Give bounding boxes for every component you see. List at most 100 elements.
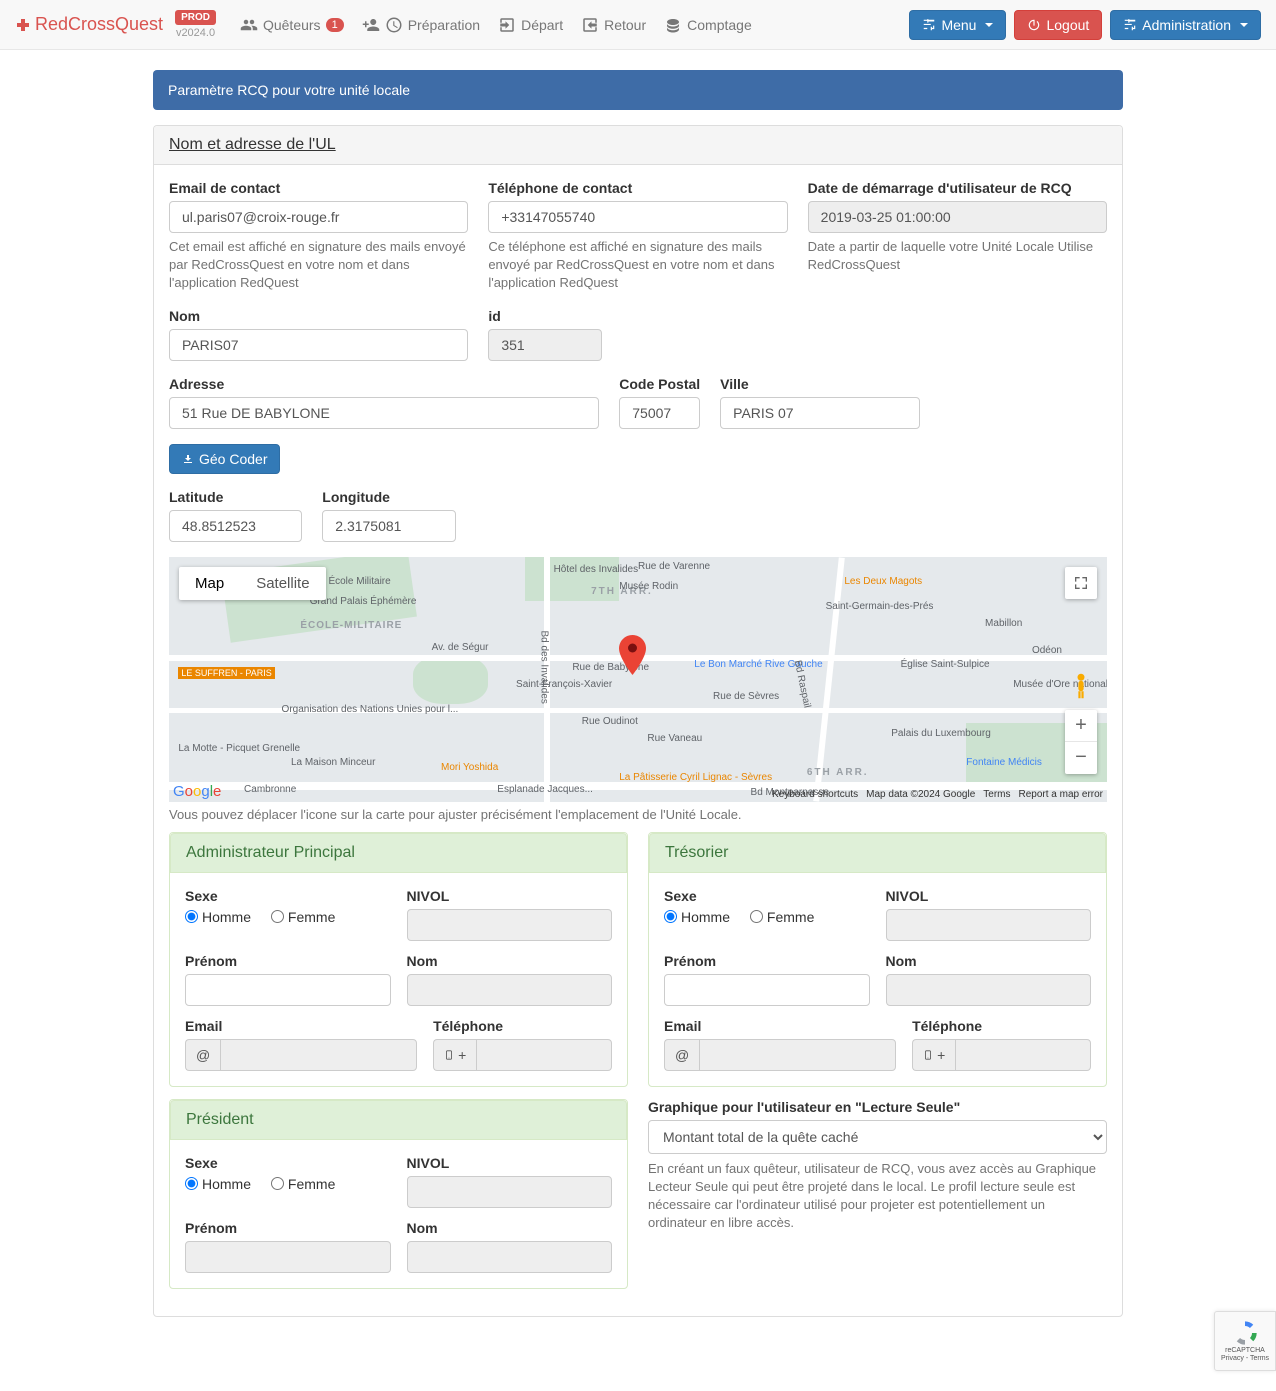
brand-link[interactable]: RedCrossQuest bbox=[15, 14, 163, 35]
admin-panel: Administrateur Principal Sexe Homme Femm… bbox=[169, 832, 628, 1087]
lon-input[interactable] bbox=[322, 510, 455, 542]
nav-items: Quêteurs 1 Préparation Départ Retour Com… bbox=[240, 16, 752, 34]
map-marker[interactable] bbox=[619, 635, 646, 678]
map-zoom-out[interactable]: − bbox=[1065, 742, 1097, 774]
map-label: Rue de Sèvres bbox=[713, 691, 779, 702]
readonly-select[interactable]: Montant total de la quête caché bbox=[648, 1120, 1107, 1154]
map-tab-satellite[interactable]: Satellite bbox=[240, 567, 325, 600]
sexe-label: Sexe bbox=[185, 888, 391, 904]
admin-nivol-input bbox=[407, 909, 613, 941]
radio-femme[interactable] bbox=[271, 910, 284, 923]
map-label: Mori Yoshida bbox=[441, 762, 498, 773]
logout-arrow-icon bbox=[498, 16, 516, 34]
coins-icon bbox=[664, 16, 682, 34]
nav-queteurs-label: Quêteurs bbox=[263, 17, 321, 33]
map-zoom-in[interactable]: + bbox=[1065, 710, 1097, 742]
nivol-label: NIVOL bbox=[407, 888, 613, 904]
admin-prenom-input[interactable] bbox=[185, 974, 391, 1006]
date-input bbox=[808, 201, 1107, 233]
ul-panel: Nom et adresse de l'UL Email de contact … bbox=[153, 125, 1123, 1317]
nav-preparation[interactable]: Préparation bbox=[362, 16, 480, 34]
administration-label: Administration bbox=[1142, 17, 1231, 33]
logout-label: Logout bbox=[1046, 17, 1089, 33]
prenom-label: Prénom bbox=[664, 953, 870, 969]
administration-button[interactable]: Administration bbox=[1110, 10, 1261, 40]
radio-femme[interactable] bbox=[271, 1177, 284, 1190]
radio-femme[interactable] bbox=[750, 910, 763, 923]
ul-panel-body: Email de contact Cet email est affiché e… bbox=[154, 165, 1122, 1316]
pres-nom-input bbox=[407, 1241, 613, 1273]
red-cross-icon bbox=[15, 17, 31, 33]
ville-input[interactable] bbox=[720, 397, 920, 429]
phone-label: Téléphone de contact bbox=[488, 180, 787, 196]
map-label: La Pâtisserie Cyril Lignac - Sèvres bbox=[619, 772, 772, 783]
people-icon bbox=[240, 16, 258, 34]
logout-button[interactable]: Logout bbox=[1014, 10, 1102, 40]
admin-sexe-femme[interactable]: Femme bbox=[271, 909, 335, 925]
map-label: Organisation des Nations Unies pour l... bbox=[282, 704, 459, 715]
nom-label: Nom bbox=[169, 308, 468, 324]
map-label: Grand Palais Éphémère bbox=[310, 596, 417, 607]
env-badge: PROD bbox=[175, 10, 216, 25]
map-label: Rue de Varenne bbox=[638, 561, 710, 572]
adresse-input[interactable] bbox=[169, 397, 599, 429]
radio-homme[interactable] bbox=[664, 910, 677, 923]
sliders-icon bbox=[922, 18, 936, 32]
map-label: Les Deux Magots bbox=[844, 576, 922, 587]
pres-sexe-femme[interactable]: Femme bbox=[271, 1176, 335, 1192]
nom-input[interactable] bbox=[169, 329, 468, 361]
marker-icon bbox=[619, 635, 646, 675]
nivol-label: NIVOL bbox=[407, 1155, 613, 1171]
queteurs-badge: 1 bbox=[326, 18, 344, 32]
map-label: Rue Vaneau bbox=[647, 733, 702, 744]
map-pegman[interactable] bbox=[1065, 670, 1097, 702]
sexe-label: Sexe bbox=[185, 1155, 391, 1171]
clock-icon bbox=[385, 16, 403, 34]
map-label: Cambronne bbox=[244, 784, 296, 795]
tres-email-input bbox=[699, 1039, 896, 1071]
map-report[interactable]: Report a map error bbox=[1019, 789, 1103, 800]
readonly-label: Graphique pour l'utilisateur en "Lecture… bbox=[648, 1099, 1107, 1115]
menu-button[interactable]: Menu bbox=[909, 10, 1006, 40]
google-logo: Google bbox=[173, 783, 221, 800]
map-label: La Maison Minceur bbox=[291, 757, 375, 768]
tres-prenom-input[interactable] bbox=[664, 974, 870, 1006]
geo-coder-button[interactable]: Géo Coder bbox=[169, 444, 280, 474]
recaptcha-icon bbox=[1231, 1319, 1259, 1347]
readonly-group: Graphique pour l'utilisateur en "Lecture… bbox=[648, 1099, 1107, 1233]
map-tab-map[interactable]: Map bbox=[179, 567, 240, 600]
recaptcha-badge: reCAPTCHA Privacy - Terms bbox=[1214, 1311, 1276, 1371]
radio-homme[interactable] bbox=[185, 1177, 198, 1190]
map-fullscreen-button[interactable] bbox=[1065, 567, 1097, 599]
lat-label: Latitude bbox=[169, 489, 302, 505]
nav-comptage[interactable]: Comptage bbox=[664, 16, 752, 34]
lat-input[interactable] bbox=[169, 510, 302, 542]
email-input[interactable] bbox=[169, 201, 468, 233]
nav-queteurs[interactable]: Quêteurs 1 bbox=[240, 16, 344, 34]
navbar-left: RedCrossQuest PROD v2024.0 Quêteurs 1 Pr… bbox=[15, 10, 752, 39]
map-label: Odéon bbox=[1032, 645, 1062, 656]
at-addon: @ bbox=[664, 1039, 699, 1071]
page-header: Paramètre RCQ pour votre unité locale bbox=[153, 70, 1123, 110]
map-label: École Militaire bbox=[328, 576, 390, 587]
map-container[interactable]: École Militaire Grand Palais Éphémère ÉC… bbox=[169, 557, 1107, 802]
date-label: Date de démarrage d'utilisateur de RCQ bbox=[808, 180, 1107, 196]
cp-input[interactable] bbox=[619, 397, 700, 429]
map-label: Mabillon bbox=[985, 618, 1022, 629]
map-label: Esplanade Jacques... bbox=[497, 784, 593, 795]
tres-sexe-femme[interactable]: Femme bbox=[750, 909, 814, 925]
radio-homme[interactable] bbox=[185, 910, 198, 923]
map-terms[interactable]: Terms bbox=[983, 789, 1010, 800]
admin-sexe-homme[interactable]: Homme bbox=[185, 909, 251, 925]
tres-sexe-homme[interactable]: Homme bbox=[664, 909, 730, 925]
nav-depart[interactable]: Départ bbox=[498, 16, 563, 34]
navbar-right: Menu Logout Administration bbox=[909, 10, 1261, 40]
menu-label: Menu bbox=[941, 17, 976, 33]
pres-sexe-homme[interactable]: Homme bbox=[185, 1176, 251, 1192]
sliders-icon bbox=[1123, 18, 1137, 32]
map-shortcuts[interactable]: Keyboard shortcuts bbox=[772, 789, 858, 800]
nom-label: Nom bbox=[407, 953, 613, 969]
id-input bbox=[488, 329, 602, 361]
phone-input[interactable] bbox=[488, 201, 787, 233]
nav-retour[interactable]: Retour bbox=[581, 16, 646, 34]
